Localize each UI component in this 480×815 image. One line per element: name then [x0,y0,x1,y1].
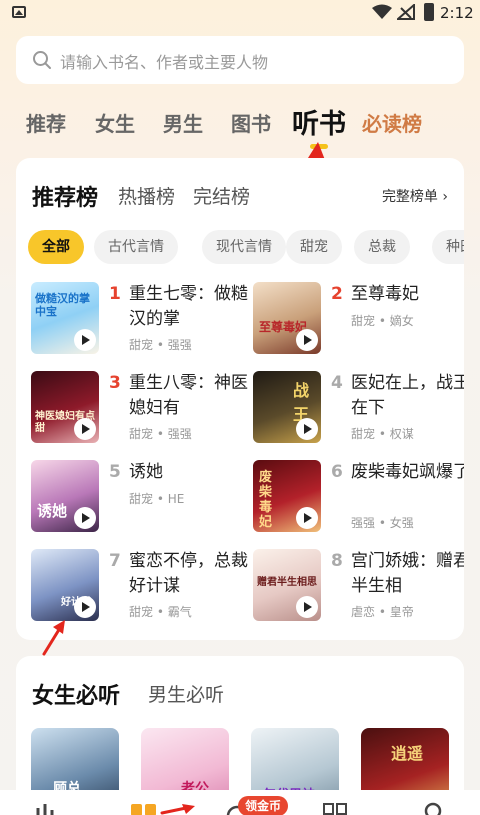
status-bar: 2:12 [0,0,480,28]
chip-modern-romance[interactable]: 现代言情 [202,230,286,264]
clock: 2:12 [440,4,474,22]
play-icon[interactable] [296,418,318,440]
coin-badge[interactable]: 领金币 [238,796,289,815]
search-icon [33,51,51,69]
play-icon[interactable] [296,507,318,529]
full-list-link[interactable]: 完整榜单 › [382,186,448,206]
book-title: 重生八零：神医媳妇有 [129,373,248,418]
play-icon[interactable] [74,329,96,351]
book-cover: 战王 [253,371,321,443]
play-icon[interactable] [74,596,96,618]
cover-title: 逍遥 [391,744,424,763]
book-item[interactable]: 废柴毒妃 6 废柴毒妃飒爆了 强强 • 女强 [253,460,464,536]
book-tags: 虐恋 • 皇帝 [351,605,414,619]
rank-number: 8 [331,551,343,571]
play-icon[interactable] [296,596,318,618]
book-tags: 甜宠 • 强强 [129,427,192,441]
rank-number: 3 [109,373,121,393]
book-cover: 废柴毒妃 [253,460,321,532]
book-tags: 甜宠 • 霸气 [129,605,192,619]
rank-number: 2 [331,284,343,304]
tab-recommend[interactable]: 推荐 [26,108,66,137]
book-cover: 好计谋 [31,549,99,621]
cover-title: 做糙汉的掌中宝 [35,292,90,318]
play-icon[interactable] [74,418,96,440]
book-cover: 赠君半生相思 [253,549,321,621]
cover-title: 废柴毒妃 [259,470,273,530]
book-item[interactable]: 好计谋 7 蜜恋不停，总裁好计谋 甜宠 • 霸气 [31,549,248,625]
book-tags: 甜宠 • 强强 [129,338,192,352]
tab-female-must-listen[interactable]: 女生必听 [32,678,120,710]
cover-title: 诱她 [37,502,68,520]
book-title: 重生七零：做糙汉的掌 [129,284,248,329]
wifi-icon [372,4,392,19]
tab-male-must-listen[interactable]: 男生必听 [148,680,224,707]
book-item[interactable]: 赠君半生相思 8 宫门娇娥：赠君半生相 虐恋 • 皇帝 [253,549,464,625]
book-cover: 做糙汉的掌中宝 [31,282,99,354]
book-tags: 甜宠 • HE [129,492,185,506]
rank-number: 4 [331,373,343,393]
tab-male[interactable]: 男生 [163,108,203,137]
book-tags: 甜宠 • 权谋 [351,427,414,441]
chip-farming[interactable]: 种田 [432,230,464,264]
profile-nav-icon[interactable] [422,802,444,815]
book-title: 医妃在上，战王在下 [351,373,464,418]
bookshelf-nav-icon[interactable] [130,802,158,815]
book-item[interactable]: 至尊毒妃 2 至尊毒妃 甜宠 • 嫡女 [253,282,463,358]
chip-ancient-romance[interactable]: 古代言情 [94,230,178,264]
ranking-nav-icon[interactable] [34,802,60,815]
annotation-arrow-diagonal [42,620,65,656]
no-signal-icon [397,4,415,20]
book-item[interactable]: 做糙汉的掌中宝 1 重生七零：做糙汉的掌 甜宠 • 强强 [31,282,248,358]
chip-all[interactable]: 全部 [28,230,84,264]
book-title: 废柴毒妃飒爆了 [351,462,464,482]
rank-number: 7 [109,551,121,571]
book-tags: 强强 • 女强 [351,516,414,530]
tab-audiobooks[interactable]: 听书 [292,102,346,141]
rank-tab-completed[interactable]: 完结榜 [193,182,250,209]
book-title: 蜜恋不停，总裁好计谋 [129,551,248,596]
search-input[interactable]: 请输入书名、作者或主要人物 [16,36,464,84]
cover-title: 赠君半生相思 [257,577,317,588]
category-nav-icon[interactable] [322,802,348,815]
chip-ceo[interactable]: 总裁 [354,230,410,264]
gallery-icon [12,6,26,18]
book-item[interactable]: 神医媳妇有点甜 3 重生八零：神医媳妇有 甜宠 • 强强 [31,371,248,447]
tab-must-read[interactable]: 必读榜 [362,108,422,137]
genre-chips: 全部 古代言情 现代言情 甜宠 总裁 种田 [28,230,464,264]
rank-number: 6 [331,462,343,482]
tab-female[interactable]: 女生 [95,108,135,137]
book-cover: 至尊毒妃 [253,282,321,354]
tab-books[interactable]: 图书 [231,108,271,137]
play-icon[interactable] [74,507,96,529]
battery-icon [424,3,434,21]
rank-tab-recommend[interactable]: 推荐榜 [32,180,98,212]
play-icon[interactable] [296,329,318,351]
book-item[interactable]: 战王 4 医妃在上，战王在下 甜宠 • 权谋 [253,371,464,447]
rank-number: 1 [109,284,121,304]
rank-number: 5 [109,462,121,482]
ranking-card: 推荐榜 热播榜 完结榜 完整榜单 › 全部 古代言情 现代言情 甜宠 总裁 种田… [16,158,464,640]
book-cover: 神医媳妇有点甜 [31,371,99,443]
rank-tab-hot[interactable]: 热播榜 [118,182,175,209]
category-tabs: 推荐 女生 男生 图书 听书 必读榜 [0,100,480,149]
search-placeholder: 请输入书名、作者或主要人物 [60,53,269,72]
book-tags: 甜宠 • 嫡女 [351,314,414,328]
book-title: 至尊毒妃 [351,284,419,304]
book-title: 宫门娇娥：赠君半生相 [351,551,464,596]
chip-sweet[interactable]: 甜宠 [286,230,342,264]
book-item[interactable]: 诱她 5 诱她 甜宠 • HE [31,460,241,536]
book-title: 诱她 [129,462,163,482]
annotation-arrow-right [160,804,195,815]
book-cover: 诱她 [31,460,99,532]
